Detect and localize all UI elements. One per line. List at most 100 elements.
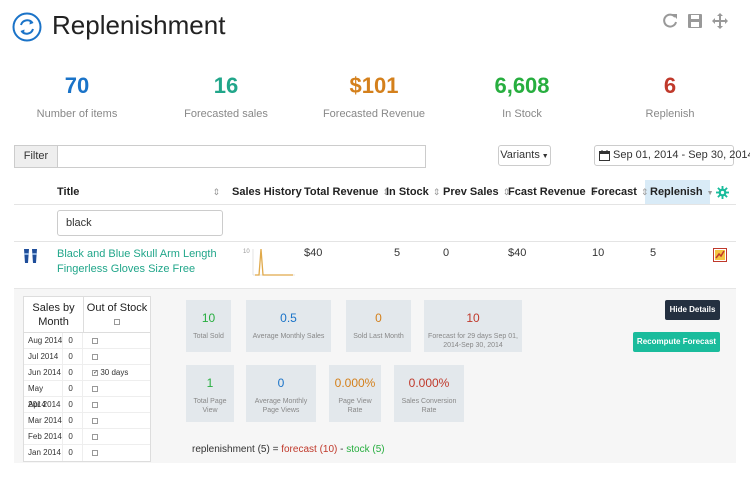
stat-value: $101 [349, 73, 399, 98]
table-row: Aug 2014 0 [24, 333, 150, 349]
cell-in-stock: 5 [394, 247, 401, 259]
month-cell: Jan 2014 [24, 445, 64, 461]
oos-cell [83, 413, 150, 428]
metric-label: Average Monthly Page Views [254, 398, 308, 414]
gear-icon[interactable] [716, 186, 729, 199]
stat-value: 16 [213, 73, 239, 98]
date-range-picker[interactable]: Sep 01, 2014 - Sep 30, 2014 [594, 145, 750, 166]
formula-minus: - [337, 444, 347, 455]
formula-stock: stock (5) [346, 444, 385, 455]
oos-cell [83, 333, 150, 348]
save-icon[interactable] [686, 12, 704, 30]
sort-icon[interactable]: ⇕ [433, 187, 441, 197]
out-of-stock-checkbox[interactable] [92, 433, 99, 440]
recompute-forecast-button[interactable]: Recompute Forecast [633, 332, 720, 352]
replenishment-formula: replenishment (5) = forecast (10) - stoc… [192, 444, 385, 455]
stat-value: 6,608 [494, 73, 550, 98]
month-cell: Jul 2014 [24, 349, 64, 364]
sales-cell: 0 [63, 381, 84, 396]
sales-cell: 0 [63, 429, 84, 444]
metric-page-view-rate: 0.000% Page View Rate [329, 365, 381, 422]
metric-value: 0 [277, 376, 285, 390]
cell-replenish: 5 [650, 247, 657, 259]
oos-cell [83, 349, 150, 364]
table-row: Feb 2014 0 [24, 429, 150, 445]
month-cell: Mar 2014 [24, 413, 64, 428]
month-cell: May 2014 [24, 381, 64, 409]
metric-average-monthly-sales: 0.5 Average Monthly Sales [246, 300, 331, 352]
product-thumbnail[interactable] [22, 247, 40, 265]
stat-label: Forecasted Revenue [322, 108, 426, 120]
column-header-in-stock[interactable]: In Stock ⇕ [386, 180, 440, 204]
out-of-stock-checkbox[interactable] [114, 319, 121, 326]
chart-icon[interactable] [713, 248, 727, 262]
move-icon[interactable] [711, 12, 729, 30]
metric-label: Sold Last Month [353, 333, 404, 340]
sales-cell: 0 [63, 365, 84, 380]
column-header-label: Forecast [591, 186, 637, 198]
month-table-header: Sales by Month Out of Stock [24, 297, 150, 333]
out-of-stock-checkbox[interactable] [92, 449, 99, 456]
table-row: May 2014 0 [24, 381, 150, 409]
stat-value: 70 [64, 73, 90, 98]
caret-down-icon: ▼ [539, 153, 549, 160]
month-cell: Aug 2014 [24, 333, 64, 348]
column-header-title[interactable]: Title ⇕ [57, 180, 220, 204]
stat-label: In Stock [502, 108, 542, 120]
sales-cell: 0 [63, 349, 84, 364]
sort-icon[interactable]: ⇕ [212, 180, 220, 204]
out-of-stock-checkbox[interactable] [92, 385, 99, 392]
month-cell: Apr 2014 [24, 397, 64, 412]
filter-input[interactable] [57, 145, 426, 168]
out-of-stock-checkbox-checked[interactable]: ✓ [92, 369, 98, 376]
sales-by-month-table: Sales by Month Out of Stock Aug 2014 0 Ju… [23, 296, 151, 462]
out-of-stock-checkbox[interactable] [92, 417, 99, 424]
metric-sold-last-month: 0 Sold Last Month [346, 300, 411, 352]
table-row: Jan 2014 0 [24, 445, 150, 461]
refresh-icon[interactable] [661, 12, 679, 30]
metric-sales-conversion-rate: 0.000% Sales Conversion Rate [394, 365, 464, 422]
stat-forecasted-sales: 16 Forecasted sales [151, 72, 301, 120]
cell-forecast: 10 [592, 247, 605, 259]
column-header-label: Replenish [650, 186, 703, 198]
formula-forecast: forecast (10) [281, 444, 338, 455]
hide-details-button[interactable]: Hide Details [665, 300, 720, 320]
column-header-prev-sales[interactable]: Prev Sales ⇕ [443, 180, 510, 204]
out-of-stock-checkbox[interactable] [92, 337, 99, 344]
column-header-label: Title [57, 186, 80, 198]
cell-total-revenue: $40 [304, 247, 323, 259]
metric-label: Sales Conversion Rate [401, 398, 457, 414]
variants-label: Variants [500, 149, 540, 161]
sort-icon[interactable]: ⇕ [641, 187, 649, 197]
metric-forecast-29-days: 10 Forecast for 29 days Sep 01, 2014-Sep… [424, 300, 522, 352]
stat-label: Number of items [36, 108, 118, 120]
month-table-head-oos: Out of Stock [84, 297, 150, 332]
out-of-stock-checkbox[interactable] [92, 401, 99, 408]
stat-replenish: 6 Replenish [595, 72, 745, 120]
column-header-forecast[interactable]: Forecast ⇕ [591, 180, 648, 204]
column-header-total-revenue[interactable]: Total Revenue ⇕ [304, 180, 390, 204]
row-divider [14, 241, 736, 242]
caret-down-icon[interactable]: ▼ [707, 190, 714, 197]
column-header-fcast-revenue[interactable]: Fcast Revenue ⇕ [508, 180, 597, 204]
column-header-replenish[interactable]: Replenish ▼ [650, 180, 714, 204]
oos-days: 30 days [100, 368, 129, 377]
table-row: Jul 2014 0 [24, 349, 150, 365]
metric-total-page-view: 1 Total Page View [186, 365, 234, 422]
stat-forecasted-revenue: $101 Forecasted Revenue [299, 72, 449, 120]
product-title-link[interactable]: Black and Blue Skull Arm Length Fingerle… [57, 247, 227, 277]
title-search-input[interactable]: black [57, 210, 223, 236]
metric-label: Page View Rate [338, 398, 372, 414]
refresh-logo-icon [12, 12, 42, 42]
metric-label: Average Monthly Sales [252, 333, 325, 340]
out-of-stock-checkbox[interactable] [92, 353, 99, 360]
column-header-label: Prev Sales [443, 186, 499, 198]
calendar-icon [599, 150, 610, 161]
metric-value: 0 [375, 311, 382, 325]
cell-fcast-revenue: $40 [508, 247, 527, 259]
month-cell: Jun 2014 [24, 365, 64, 380]
month-table-head-month: Sales by Month [24, 297, 85, 332]
stat-in-stock: 6,608 In Stock [447, 72, 597, 120]
column-header-label: Total Revenue [304, 186, 379, 198]
variants-dropdown[interactable]: Variants ▼ [498, 145, 551, 166]
